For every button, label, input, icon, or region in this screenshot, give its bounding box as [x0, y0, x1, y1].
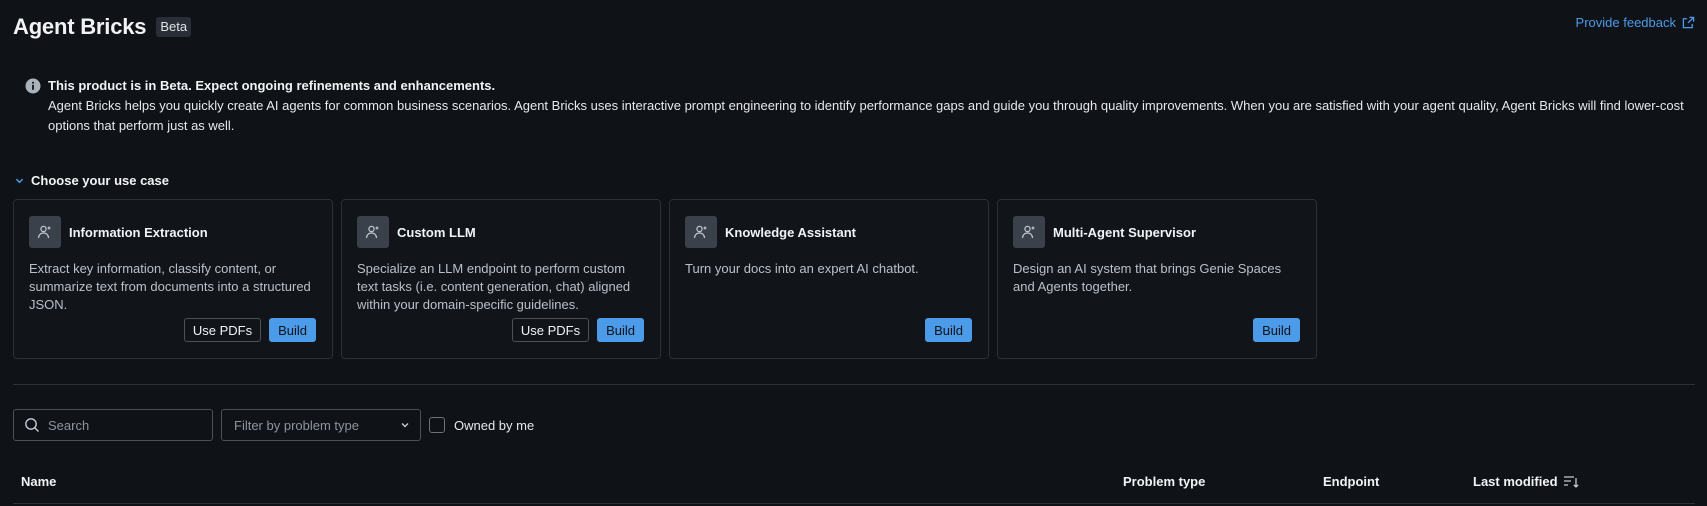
search-icon [25, 418, 39, 432]
card-title: Knowledge Assistant [725, 224, 856, 240]
use-pdfs-button[interactable]: Use PDFs [511, 318, 590, 342]
card-description: Extract key information, classify conten… [29, 261, 311, 312]
info-icon [25, 78, 41, 94]
build-button[interactable]: Build [597, 318, 644, 342]
build-button[interactable]: Build [269, 318, 316, 342]
owned-by-me-checkbox[interactable] [429, 417, 445, 433]
build-button[interactable]: Build [925, 318, 972, 342]
column-label: Endpoint [1323, 474, 1380, 489]
card-title: Information Extraction [69, 224, 208, 240]
card-description: Turn your docs into an expert AI chatbot… [685, 261, 919, 276]
column-label: Name [21, 474, 57, 489]
page-header: Agent Bricks Beta [13, 14, 192, 40]
agent-icon [357, 216, 389, 248]
search-placeholder: Search [48, 417, 90, 433]
use-case-cards: Information Extraction Extract key infor… [13, 199, 1317, 359]
beta-info-banner: This product is in Beta. Expect ongoing … [25, 78, 1687, 136]
chevron-down-icon [401, 423, 409, 428]
banner-text: Agent Bricks helps you quickly create AI… [48, 98, 1684, 133]
use-pdfs-button[interactable]: Use PDFs [183, 318, 262, 342]
page-title: Agent Bricks [13, 14, 147, 39]
chevron-down-icon [15, 178, 24, 184]
card-description: Design an AI system that brings Genie Sp… [1013, 261, 1282, 294]
agents-table-header: Name Problem type Endpoint Last modified [13, 474, 1695, 504]
search-input[interactable]: Search [13, 409, 213, 441]
external-link-icon [1682, 16, 1695, 29]
provide-feedback-label: Provide feedback [1575, 15, 1676, 30]
column-label: Last modified [1473, 474, 1558, 489]
card-custom-llm[interactable]: Custom LLM Specialize an LLM endpoint to… [341, 199, 661, 359]
column-header-name[interactable]: Name [21, 474, 56, 489]
card-description: Specialize an LLM endpoint to perform cu… [357, 261, 631, 312]
column-label: Problem type [1123, 474, 1206, 489]
owned-by-me-filter[interactable]: Owned by me [429, 417, 534, 433]
agent-icon [685, 216, 717, 248]
agent-icon [29, 216, 61, 248]
use-case-section-toggle[interactable]: Choose your use case [15, 173, 169, 188]
column-header-problem-type[interactable]: Problem type [1123, 474, 1205, 489]
card-title: Custom LLM [397, 224, 476, 240]
banner-title: This product is in Beta. Expect ongoing … [48, 78, 496, 93]
problem-type-filter[interactable]: Filter by problem type [221, 409, 421, 441]
filter-bar: Search Filter by problem type Owned by m… [13, 409, 534, 441]
section-divider [13, 384, 1695, 385]
column-header-endpoint[interactable]: Endpoint [1323, 474, 1379, 489]
card-multi-agent-supervisor[interactable]: Multi-Agent Supervisor Design an AI syst… [997, 199, 1317, 359]
build-button[interactable]: Build [1253, 318, 1300, 342]
use-case-section-label: Choose your use case [31, 173, 169, 188]
card-knowledge-assistant[interactable]: Knowledge Assistant Turn your docs into … [669, 199, 989, 359]
card-information-extraction[interactable]: Information Extraction Extract key infor… [13, 199, 333, 359]
card-title: Multi-Agent Supervisor [1053, 224, 1197, 240]
column-header-last-modified[interactable]: Last modified [1473, 474, 1579, 489]
owned-by-me-label: Owned by me [454, 417, 535, 433]
agent-icon [1013, 216, 1045, 248]
beta-badge: Beta [156, 17, 192, 37]
provide-feedback-link[interactable]: Provide feedback [1576, 15, 1695, 30]
problem-type-placeholder: Filter by problem type [234, 417, 359, 433]
sort-descending-icon[interactable] [1563, 475, 1579, 489]
